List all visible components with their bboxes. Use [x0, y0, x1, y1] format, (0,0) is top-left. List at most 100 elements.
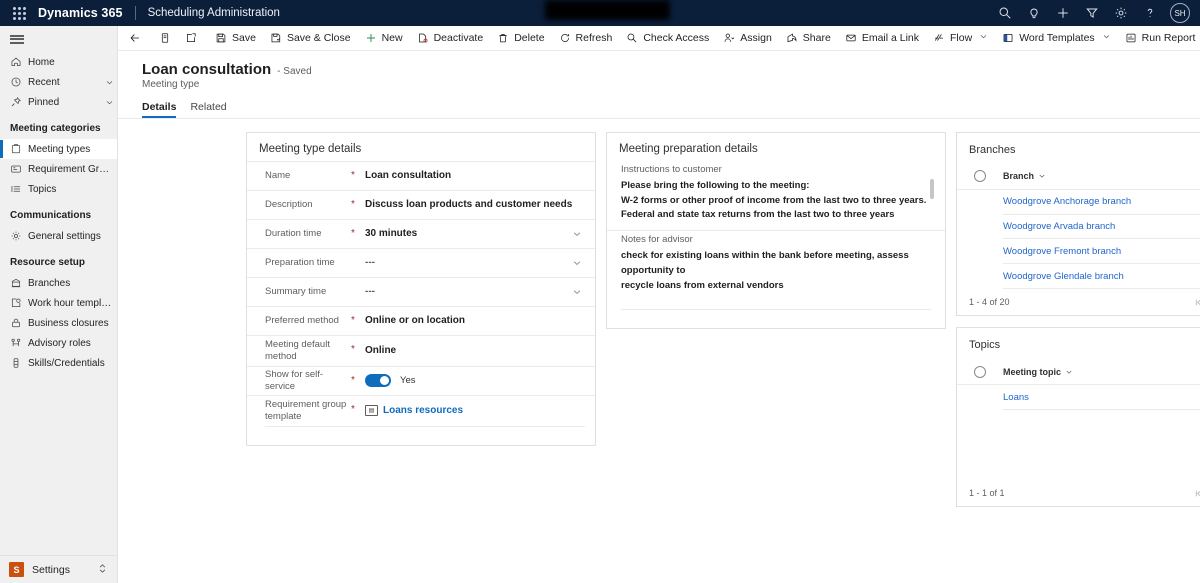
- branch-link[interactable]: Woodgrove Glendale branch: [1003, 271, 1124, 282]
- chevron-updown-icon[interactable]: [98, 563, 117, 576]
- field-label: Notes for advisor: [621, 234, 693, 246]
- chevron-down-icon[interactable]: [979, 32, 988, 44]
- sidebar-item-recent[interactable]: Recent: [0, 72, 117, 92]
- sidebar-item-label: Work hour templates: [28, 297, 117, 309]
- field-value-duration-time[interactable]: 30 minutes: [365, 220, 569, 248]
- sidebar-item-label: Recent: [28, 76, 60, 88]
- new-button[interactable]: New: [358, 26, 410, 51]
- requirement-group-template-lookup[interactable]: ▤ Loans resources: [365, 405, 463, 416]
- email-a-link-button[interactable]: Email a Link: [838, 26, 926, 51]
- sidebar-item-meeting-types[interactable]: Meeting types: [0, 139, 117, 159]
- form-icon: [159, 32, 171, 44]
- sidebar-item-work-hour-templates[interactable]: Work hour templates: [0, 293, 117, 313]
- field-value-description[interactable]: Discuss loan products and customer needs: [365, 191, 585, 219]
- table-row[interactable]: Loans: [957, 385, 1200, 410]
- text-line: Federal and state tax returns from the l…: [621, 209, 895, 221]
- record-count: 1 - 1 of 1: [969, 488, 1005, 498]
- delete-button[interactable]: Delete: [490, 26, 551, 51]
- field-label: Preferred method: [265, 315, 339, 327]
- branch-link[interactable]: Woodgrove Arvada branch: [1003, 221, 1115, 232]
- self-service-toggle[interactable]: [365, 374, 391, 387]
- sidebar-item-home[interactable]: Home: [0, 52, 117, 72]
- sidebar-item-label: Pinned: [28, 96, 60, 108]
- hamburger-menu-icon[interactable]: [0, 26, 117, 52]
- chevron-down-icon[interactable]: [1102, 32, 1111, 44]
- chevron-down-icon[interactable]: [569, 220, 585, 248]
- help-icon[interactable]: [1135, 0, 1164, 26]
- sidebar-settings-switcher[interactable]: S Settings: [0, 556, 117, 583]
- tab-details[interactable]: Details: [142, 101, 177, 118]
- app-name[interactable]: Scheduling Administration: [148, 7, 280, 19]
- waffle-grid: [12, 6, 26, 20]
- assign-button[interactable]: Assign: [716, 26, 779, 51]
- field-value-meeting-default-method[interactable]: Online: [365, 336, 585, 366]
- first-page-button[interactable]: [1194, 489, 1200, 498]
- column-header-branch[interactable]: Branch: [1003, 171, 1046, 181]
- chevron-down-icon[interactable]: [569, 278, 585, 306]
- app-body: Home Recent Pinned Meeting categories Me…: [0, 26, 1200, 583]
- search-icon[interactable]: [990, 0, 1019, 26]
- sidebar-item-topics[interactable]: Topics: [0, 179, 117, 199]
- sidebar-item-general-settings[interactable]: General settings: [0, 226, 117, 246]
- topic-link[interactable]: Loans: [1003, 392, 1029, 403]
- table-row[interactable]: Woodgrove Fremont branch: [957, 239, 1200, 265]
- filter-icon[interactable]: [1077, 0, 1106, 26]
- share-icon: [786, 32, 798, 44]
- avatar[interactable]: SH: [1170, 3, 1190, 23]
- word-templates-button[interactable]: Word Templates: [995, 26, 1117, 51]
- brand-title[interactable]: Dynamics 365: [38, 6, 123, 20]
- sidebar-item-requirement-group[interactable]: Requirement Group ...: [0, 159, 117, 179]
- email-link-icon: [845, 32, 857, 44]
- form-tabs: Details Related: [142, 101, 1200, 118]
- branch-link[interactable]: Woodgrove Fremont branch: [1003, 246, 1121, 257]
- tab-related[interactable]: Related: [190, 101, 226, 118]
- command-label: Delete: [514, 32, 545, 44]
- sidebar-item-label: Business closures: [28, 317, 109, 329]
- plus-icon[interactable]: [1048, 0, 1077, 26]
- textarea-scrollbar[interactable]: [930, 179, 934, 199]
- lightbulb-icon[interactable]: [1019, 0, 1048, 26]
- column-header-meeting-topic[interactable]: Meeting topic: [1003, 367, 1073, 377]
- notes-for-advisor-value[interactable]: check for existing loans within the bank…: [621, 249, 931, 300]
- sidebar-item-advisory-roles[interactable]: Advisory roles: [0, 333, 117, 353]
- table-row[interactable]: Woodgrove Arvada branch: [957, 215, 1200, 240]
- check-access-button[interactable]: Check Access: [619, 26, 716, 51]
- save-and-close-button[interactable]: Save & Close: [263, 26, 358, 51]
- chevron-down-icon[interactable]: [101, 78, 117, 87]
- chevron-down-icon[interactable]: [101, 98, 117, 107]
- field-value-summary-time[interactable]: ---: [365, 278, 569, 306]
- table-row[interactable]: Woodgrove Glendale branch: [957, 264, 1200, 290]
- table-row[interactable]: Woodgrove Anchorage branch: [957, 190, 1200, 215]
- open-new-window-button[interactable]: [178, 26, 204, 51]
- select-all-checkbox[interactable]: [957, 170, 1003, 183]
- field-value-name[interactable]: Loan consultation: [365, 162, 585, 190]
- back-button[interactable]: [122, 26, 148, 51]
- refresh-button[interactable]: Refresh: [552, 26, 620, 51]
- instructions-to-customer-value[interactable]: Please bring the following to the meetin…: [621, 179, 931, 230]
- grid-filler: [957, 410, 1200, 480]
- share-button[interactable]: Share: [779, 26, 838, 51]
- app-launcher-icon[interactable]: [0, 6, 38, 20]
- field-value-preparation-time[interactable]: ---: [365, 249, 569, 277]
- sidebar-item-business-closures[interactable]: Business closures: [0, 313, 117, 333]
- check-access-icon: [626, 32, 638, 44]
- chevron-down-icon[interactable]: [569, 249, 585, 277]
- sidebar-item-pinned[interactable]: Pinned: [0, 92, 117, 112]
- select-all-checkbox[interactable]: [957, 365, 1003, 378]
- branch-link[interactable]: Woodgrove Anchorage branch: [1003, 196, 1131, 207]
- save-icon: [215, 32, 227, 44]
- page-subtitle: Meeting type: [142, 79, 200, 90]
- sidebar-item-branches[interactable]: Branches: [0, 273, 117, 293]
- field-value-preferred-method[interactable]: Online or on location: [365, 307, 585, 335]
- gear-icon[interactable]: [1106, 0, 1135, 26]
- field-label: Instructions to customer: [621, 164, 722, 175]
- required-marker: *: [351, 315, 355, 326]
- save-button[interactable]: Save: [208, 26, 263, 51]
- run-report-button[interactable]: Run Report: [1118, 26, 1200, 51]
- first-page-button[interactable]: [1194, 298, 1200, 307]
- flow-button[interactable]: Flow: [926, 26, 995, 51]
- deactivate-button[interactable]: Deactivate: [410, 26, 491, 51]
- sidebar-item-label: Requirement Group ...: [28, 163, 117, 175]
- form-selector-button[interactable]: [152, 26, 178, 51]
- sidebar-item-skills-credentials[interactable]: Skills/Credentials: [0, 353, 117, 373]
